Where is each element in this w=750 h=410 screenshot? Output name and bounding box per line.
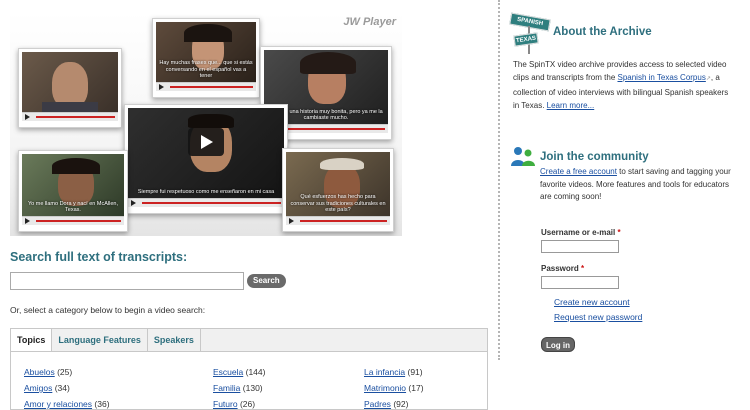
community-text: Create a free account to start saving an… — [540, 166, 736, 204]
category-item: Abuelos (25) — [24, 364, 110, 380]
spanish-in-texas-link[interactable]: Spanish in Texas Corpus — [617, 73, 705, 82]
video-thumbnail[interactable]: Qué esfuerzos has hecho para conservar s… — [282, 148, 394, 232]
category-item: Amigos (34) — [24, 380, 110, 396]
video-thumbnail-main[interactable]: Siempre fui respetuoso como me enseñaron… — [124, 104, 288, 214]
required-mark: * — [617, 228, 621, 237]
category-count: (25) — [57, 367, 73, 377]
about-text: The SpinTX video archive provides access… — [513, 58, 735, 112]
search-input[interactable] — [10, 272, 244, 290]
username-label-text: Username or e-mail — [541, 228, 616, 237]
request-new-password-link[interactable]: Request new password — [554, 312, 642, 322]
video-subtitle: Siempre fui respetuoso como me enseñaron… — [137, 189, 275, 196]
category-item: Padres (92) — [364, 396, 424, 410]
category-link[interactable]: Futuro — [213, 399, 238, 409]
category-link[interactable]: Amigos — [24, 383, 52, 393]
category-link[interactable]: Matrimonio — [364, 383, 406, 393]
category-link[interactable]: Escuela — [213, 367, 243, 377]
category-help-text: Or, select a category below to begin a v… — [10, 305, 206, 315]
category-item: Matrimonio (17) — [364, 380, 424, 396]
category-count: (92) — [393, 399, 409, 409]
video-subtitle: Yo me llamo Dora y nací en McAllen, Texa… — [28, 200, 118, 214]
category-link[interactable]: Familia — [213, 383, 240, 393]
topics-panel: Abuelos (25) Amigos (34) Amor y relacion… — [11, 351, 487, 409]
category-item: Amor y relaciones (36) — [24, 396, 110, 410]
sign-bottom: TEXAS — [513, 32, 539, 47]
required-mark: * — [581, 264, 585, 273]
category-item: Escuela (144) — [213, 364, 265, 380]
username-field[interactable] — [541, 240, 619, 253]
sign-top: SPANISH — [509, 12, 551, 32]
password-label: Password * — [541, 264, 584, 273]
category-count: (144) — [245, 367, 266, 377]
category-count: (130) — [242, 383, 263, 393]
category-column: La infancia (91) Matrimonio (17) Padres … — [364, 364, 424, 410]
tab-topics[interactable]: Topics — [11, 329, 53, 351]
password-field[interactable] — [541, 276, 619, 289]
video-thumbnail[interactable] — [18, 48, 122, 128]
category-count: (36) — [94, 399, 110, 409]
category-link[interactable]: La infancia — [364, 367, 405, 377]
category-tabs: Topics Language Features Speakers Abuelo… — [10, 328, 488, 410]
category-link[interactable]: Abuelos — [24, 367, 55, 377]
category-count: (91) — [407, 367, 423, 377]
category-link[interactable]: Padres — [364, 399, 391, 409]
play-icon[interactable] — [188, 128, 224, 157]
password-label-text: Password — [541, 264, 579, 273]
tab-speakers[interactable]: Speakers — [148, 329, 201, 351]
category-link[interactable]: Amor y relaciones — [24, 399, 92, 409]
column-divider — [498, 0, 500, 360]
category-count: (17) — [408, 383, 424, 393]
category-column: Abuelos (25) Amigos (34) Amor y relacion… — [24, 364, 110, 410]
people-icon — [511, 147, 535, 166]
category-column: Escuela (144) Familia (130) Futuro (26) — [213, 364, 265, 410]
tab-language-features[interactable]: Language Features — [52, 329, 148, 351]
learn-more-link[interactable]: Learn more... — [547, 101, 595, 110]
video-thumbnail[interactable]: Hay muchas frases que... que si estás co… — [152, 18, 260, 98]
jw-player-label: JW Player — [343, 16, 396, 28]
login-button[interactable]: Log in — [541, 337, 575, 352]
spanish-texas-sign-logo: SPANISH TEXAS — [508, 12, 556, 54]
video-player[interactable]: JW Player Hay muchas frases que... que s… — [10, 12, 402, 236]
search-button[interactable]: Search — [247, 274, 286, 288]
create-new-account-link[interactable]: Create new account — [554, 297, 630, 307]
about-heading: About the Archive — [553, 26, 652, 38]
video-thumbnail[interactable]: Yo me llamo Dora y nací en McAllen, Texa… — [18, 150, 128, 232]
category-item: Futuro (26) — [213, 396, 265, 410]
tab-bar: Topics Language Features Speakers — [11, 329, 201, 351]
category-count: (34) — [54, 383, 70, 393]
category-count: (26) — [239, 399, 256, 409]
search-heading: Search full text of transcripts: — [10, 250, 188, 264]
category-item: La infancia (91) — [364, 364, 424, 380]
create-free-account-link[interactable]: Create a free account — [540, 167, 617, 176]
category-item: Familia (130) — [213, 380, 265, 396]
video-subtitle: Hay muchas frases que... que si estás co… — [159, 60, 253, 80]
video-subtitle: Qué esfuerzos has hecho para conservar s… — [290, 194, 386, 214]
username-label: Username or e-mail * — [541, 228, 621, 237]
community-heading: Join the community — [540, 151, 649, 163]
